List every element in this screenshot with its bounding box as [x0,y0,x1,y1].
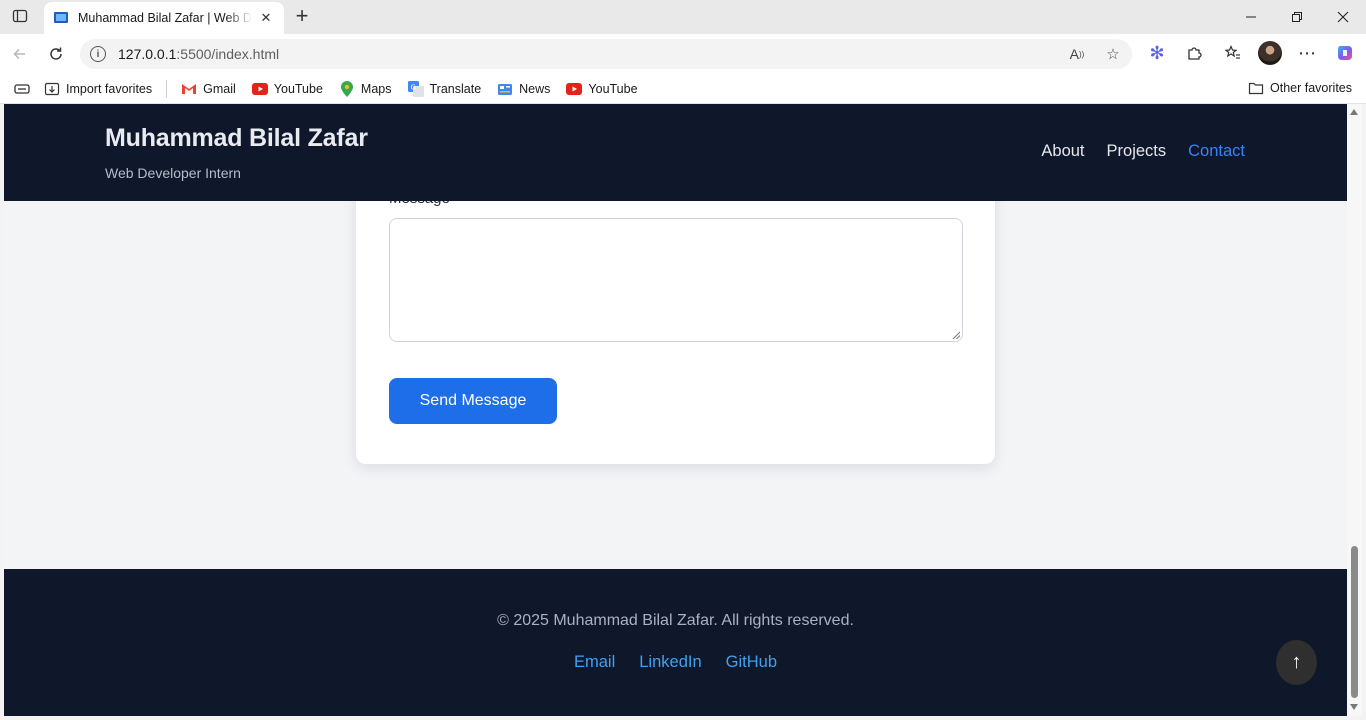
minimize-icon[interactable] [1228,0,1274,34]
footer-link-github[interactable]: GitHub [726,653,777,672]
send-message-button[interactable]: Send Message [389,378,557,424]
favorite-label: Translate [429,81,482,96]
back-icon[interactable] [8,42,32,66]
favorite-import[interactable]: Import favorites [44,81,152,97]
site-header: Muhammad Bilal Zafar Web Developer Inter… [4,104,1347,201]
favorite-label: YouTube [588,81,638,96]
page-scrollbar[interactable] [1347,104,1362,716]
other-favorites-label: Other favorites [1270,81,1352,95]
site-favicon-icon [54,12,68,23]
browser-toolbar: i 127.0.0.1:5500/index.html A)) ☆ ✻ ⋯ [0,34,1366,74]
profile-avatar[interactable] [1258,41,1282,65]
address-url[interactable]: 127.0.0.1:5500/index.html [118,46,279,62]
footer-link-linkedin[interactable]: LinkedIn [639,653,701,672]
import-icon [44,81,60,97]
browser-tab-bar: Muhammad Bilal Zafar | Web Developer Int… [0,0,1366,34]
favorites-list-icon[interactable] [1220,40,1246,66]
translate-icon: G [407,80,424,97]
favorite-translate[interactable]: G Translate [407,80,482,97]
maps-icon [339,80,355,97]
copilot-icon[interactable] [1332,40,1358,66]
youtube-icon [251,81,268,97]
youtube-icon [566,81,583,97]
site-footer: © 2025 Muhammad Bilal Zafar. All rights … [4,569,1347,716]
tab-actions-icon[interactable] [8,5,32,27]
close-tab-icon[interactable]: ✕ [258,10,274,26]
refresh-icon[interactable] [44,42,68,66]
nav-about[interactable]: About [1041,142,1084,161]
page-viewport: Muhammad Bilal Zafar Web Developer Inter… [4,104,1347,716]
other-favorites[interactable]: Other favorites [1248,80,1352,96]
scroll-up-icon[interactable] [1350,109,1358,115]
favorites-divider [166,79,168,98]
extension-flower-icon[interactable]: ✻ [1144,40,1170,66]
back-to-top-button[interactable]: ↑ [1276,640,1317,685]
more-options-icon[interactable]: ⋯ [1294,40,1320,66]
favorite-label: Import favorites [66,81,153,96]
gmail-icon [181,81,197,97]
news-icon [497,81,513,97]
favorite-youtube[interactable]: YouTube [251,81,323,97]
favorite-label: Maps [360,81,392,96]
folder-icon [1248,80,1264,96]
address-bar[interactable]: i 127.0.0.1:5500/index.html A)) ☆ [80,39,1132,69]
footer-link-email[interactable]: Email [574,653,615,672]
resize-grip-icon[interactable] [952,331,960,339]
site-info-icon[interactable]: i [90,46,106,62]
new-tab-icon[interactable]: + [290,3,314,28]
extensions-puzzle-icon[interactable] [1182,40,1208,66]
svg-text:G: G [410,83,415,91]
url-path: :5500/index.html [176,46,280,62]
tab-title: Muhammad Bilal Zafar | Web Developer Int… [78,11,252,25]
favorite-star-icon[interactable]: ☆ [1102,43,1124,65]
footer-links: Email LinkedIn GitHub [4,653,1347,672]
collections-icon[interactable] [14,81,30,97]
favorite-gmail[interactable]: Gmail [181,81,236,97]
favorite-label: YouTube [273,81,323,96]
site-title[interactable]: Muhammad Bilal Zafar [105,124,368,153]
read-aloud-icon[interactable]: A)) [1066,43,1088,65]
message-textarea[interactable] [389,218,963,342]
favorite-maps[interactable]: Maps [339,80,392,97]
copyright-text: © 2025 Muhammad Bilal Zafar. All rights … [497,612,854,629]
window-controls [1228,0,1366,34]
favorite-youtube-2[interactable]: YouTube [566,81,638,97]
site-subtitle: Web Developer Intern [105,165,241,181]
favorite-news[interactable]: News [497,81,550,97]
favorite-label: News [519,81,551,96]
site-nav: About Projects Contact [1041,142,1245,161]
favorites-bar: Import favorites Gmail YouTube Maps G Tr… [0,74,1366,104]
browser-tab-active[interactable]: Muhammad Bilal Zafar | Web Developer Int… [44,2,284,34]
nav-projects[interactable]: Projects [1107,142,1167,161]
restore-icon[interactable] [1274,0,1320,34]
close-window-icon[interactable] [1320,0,1366,34]
nav-contact[interactable]: Contact [1188,142,1245,161]
scroll-thumb[interactable] [1351,546,1358,698]
favorite-label: Gmail [203,81,236,96]
url-host: 127.0.0.1 [118,46,177,62]
scroll-down-icon[interactable] [1350,704,1358,710]
